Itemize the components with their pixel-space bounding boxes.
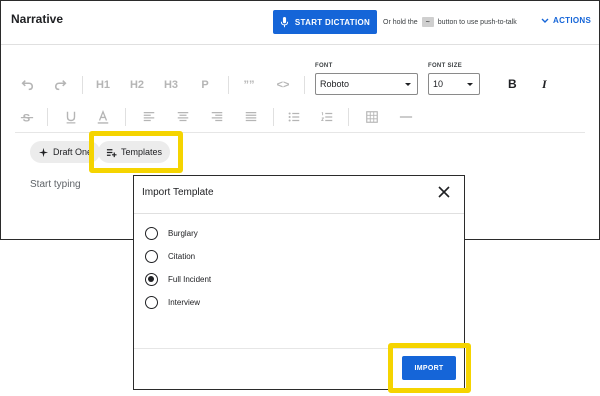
template-option-label: Interview	[168, 298, 201, 307]
font-size-select[interactable]: 10	[428, 73, 480, 95]
template-option-burglary[interactable]: Burglary	[145, 227, 198, 240]
templates-label: Templates	[121, 147, 163, 157]
hotkey-chip: ~	[421, 17, 434, 27]
toolbar-separator	[273, 108, 274, 126]
editor-body-placeholder[interactable]: Start typing	[30, 179, 81, 190]
radio-button-selected[interactable]	[145, 273, 158, 286]
align-left-icon[interactable]	[139, 109, 159, 125]
toolbar-separator	[82, 76, 83, 94]
font-label: FONT	[315, 63, 333, 69]
undo-icon[interactable]	[17, 77, 37, 93]
radio-button[interactable]	[145, 227, 158, 240]
italic-button[interactable]: I	[542, 77, 547, 92]
editor-title: Narrative	[11, 12, 64, 26]
hold-prefix: Or hold the	[383, 19, 418, 26]
toolbar-separator	[47, 108, 48, 126]
align-center-icon[interactable]	[173, 109, 193, 125]
playlist-add-icon	[106, 148, 117, 157]
strikethrough-icon[interactable]: S	[17, 109, 37, 125]
toolbar-separator	[228, 76, 229, 94]
hold-suffix: button to use push-to-talk	[437, 19, 517, 26]
heading-2-button[interactable]: H2	[127, 77, 147, 93]
sparkle-icon	[38, 147, 49, 157]
underline-icon[interactable]	[61, 109, 81, 125]
toolbar-separator	[304, 76, 305, 94]
font-size-label: FONT SIZE	[428, 63, 463, 69]
bold-button[interactable]: B	[508, 77, 517, 91]
template-option-label: Burglary	[168, 229, 198, 238]
template-option-interview[interactable]: Interview	[145, 296, 200, 309]
heading-1-button[interactable]: H1	[93, 77, 113, 93]
start-dictation-button[interactable]: START DICTATION	[273, 10, 377, 34]
template-option-citation[interactable]: Citation	[145, 250, 195, 263]
templates-chip[interactable]: Templates	[98, 141, 171, 163]
numbered-list-icon[interactable]	[317, 109, 337, 125]
toolbar-separator	[125, 108, 126, 126]
actions-menu-button[interactable]: ACTIONS	[541, 16, 591, 25]
align-right-icon[interactable]	[207, 109, 227, 125]
redo-icon[interactable]	[51, 77, 71, 93]
import-button[interactable]: IMPORT	[402, 356, 456, 380]
font-value: Roboto	[320, 79, 350, 89]
close-icon[interactable]	[436, 184, 452, 200]
text-color-icon[interactable]	[93, 109, 113, 125]
table-icon[interactable]	[362, 109, 382, 125]
chevron-down-icon	[541, 18, 549, 23]
radio-button[interactable]	[145, 296, 158, 309]
template-option-label: Citation	[168, 252, 196, 261]
bulleted-list-icon[interactable]	[284, 109, 304, 125]
font-size-value: 10	[433, 79, 444, 89]
microphone-icon	[280, 16, 289, 27]
dialog-title: Import Template	[142, 187, 214, 198]
push-to-talk-hint: Or hold the ~ button to use push-to-talk	[383, 17, 517, 27]
editor-header: Narrative START DICTATION Or hold the ~ …	[1, 1, 599, 45]
font-select[interactable]: Roboto	[315, 73, 418, 95]
dropdown-caret-icon	[405, 83, 411, 86]
dropdown-caret-icon	[467, 83, 473, 86]
draft-one-label: Draft One	[53, 147, 93, 157]
blockquote-button[interactable]: ””	[239, 77, 259, 93]
horizontal-rule-icon[interactable]	[396, 109, 416, 125]
actions-label: ACTIONS	[553, 16, 592, 25]
radio-button[interactable]	[145, 250, 158, 263]
template-option-full-incident[interactable]: Full Incident	[145, 273, 211, 286]
heading-3-button[interactable]: H3	[161, 77, 181, 93]
dialog-header-divider	[134, 213, 464, 214]
paragraph-button[interactable]: P	[195, 77, 215, 93]
start-dictation-label: START DICTATION	[294, 17, 371, 27]
toolbar-separator	[348, 108, 349, 126]
template-option-label: Full Incident	[168, 275, 212, 284]
code-button[interactable]: <>	[273, 77, 293, 93]
align-justify-icon[interactable]	[241, 109, 261, 125]
